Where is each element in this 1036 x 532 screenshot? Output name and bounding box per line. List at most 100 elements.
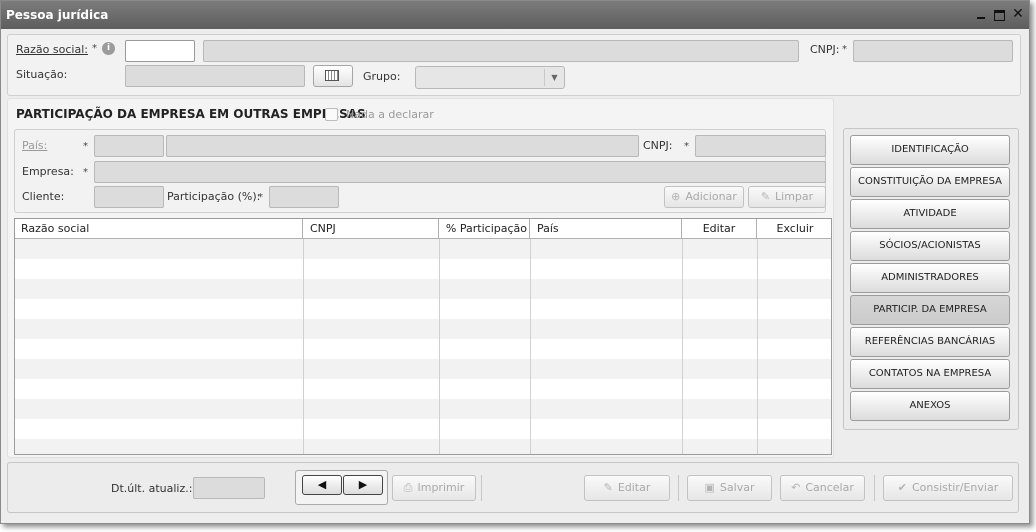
required-mark: * <box>258 192 263 203</box>
cliente-label: Cliente: <box>22 190 65 203</box>
razao-social-label[interactable]: Razão social: <box>16 43 88 56</box>
salvar-button[interactable]: ▣ Salvar <box>687 475 772 501</box>
limpar-label: Limpar <box>775 190 814 203</box>
cnpj-input[interactable] <box>853 40 1013 62</box>
info-icon[interactable]: i <box>102 42 115 55</box>
column-header-excluir[interactable]: Excluir <box>757 219 831 238</box>
empresa-input[interactable] <box>94 161 826 183</box>
column-divider <box>303 239 304 454</box>
pais-name-input[interactable] <box>166 135 639 157</box>
participation-section: PARTICIPAÇÃO DA EMPRESA EM OUTRAS EMPRES… <box>7 98 834 458</box>
minimize-icon[interactable] <box>973 6 989 22</box>
cnpj-label: CNPJ: <box>643 139 673 152</box>
participation-form-panel: País: * CNPJ: * Empresa: * Cliente: Part… <box>14 129 826 213</box>
check-icon: ✔ <box>897 481 907 494</box>
consistir-enviar-button[interactable]: ✔ Consistir/Enviar <box>883 475 1013 501</box>
table-row[interactable] <box>15 279 831 299</box>
company-header-panel: Razão social: * i CNPJ: * Situação: Grup… <box>7 34 1021 96</box>
table-row[interactable] <box>15 359 831 379</box>
cliente-input[interactable] <box>94 186 164 208</box>
nav-particip-da-empresa[interactable]: PARTICIP. DA EMPRESA <box>850 295 1010 325</box>
consistir-enviar-label: Consistir/Enviar <box>911 481 999 494</box>
required-mark: * <box>842 44 847 55</box>
grid-header: Razão social CNPJ % Participação País Ed… <box>15 219 831 239</box>
razao-social-code-input[interactable] <box>125 40 195 62</box>
divider <box>481 475 482 501</box>
chevron-down-icon: ▼ <box>544 69 564 86</box>
divider <box>874 475 875 501</box>
column-header-participacao[interactable]: % Participação <box>439 219 530 238</box>
dt-ult-atualiz-input <box>193 477 265 499</box>
maximize-icon[interactable] <box>991 6 1007 22</box>
table-row[interactable] <box>15 239 831 259</box>
table-row[interactable] <box>15 419 831 439</box>
column-header-razao-social[interactable]: Razão social <box>15 219 303 238</box>
nav-identificacao[interactable]: IDENTIFICAÇÃO <box>850 135 1010 165</box>
dt-ult-atualiz-label: Dt.últ. atualiz.: <box>111 482 193 495</box>
nada-a-declarar-checkbox[interactable] <box>325 108 338 121</box>
record-pager: ◀ ▶ <box>295 470 388 505</box>
imprimir-button[interactable]: ⎙ Imprimir <box>392 475 476 501</box>
limpar-button[interactable]: ✎ Limpar <box>748 186 826 208</box>
nav-atividade[interactable]: ATIVIDADE <box>850 199 1010 229</box>
undo-icon: ↶ <box>791 481 801 494</box>
table-row[interactable] <box>15 399 831 419</box>
section-title: PARTICIPAÇÃO DA EMPRESA EM OUTRAS EMPRES… <box>16 107 366 121</box>
table-row[interactable] <box>15 439 831 454</box>
editar-label: Editar <box>617 481 651 494</box>
pais-label[interactable]: País: <box>22 139 47 152</box>
participation-cnpj-input[interactable] <box>695 135 826 157</box>
plus-icon: ⊕ <box>671 190 681 203</box>
table-row[interactable] <box>15 259 831 279</box>
grupo-label: Grupo: <box>363 70 401 83</box>
razao-social-name-input[interactable] <box>203 40 799 62</box>
next-record-button[interactable]: ▶ <box>343 475 383 495</box>
situacao-label: Situação: <box>16 68 68 81</box>
required-mark: * <box>92 43 97 54</box>
nav-referencias-bancarias[interactable]: REFERÊNCIAS BANCÁRIAS <box>850 327 1010 357</box>
table-row[interactable] <box>15 319 831 339</box>
nav-socios-acionistas[interactable]: SÓCIOS/ACIONISTAS <box>850 231 1010 261</box>
imprimir-label: Imprimir <box>417 481 465 494</box>
previous-record-button[interactable]: ◀ <box>302 475 342 495</box>
table-row[interactable] <box>15 299 831 319</box>
column-divider <box>682 239 683 454</box>
printer-icon: ⎙ <box>403 481 413 494</box>
salvar-label: Salvar <box>719 481 755 494</box>
grupo-select[interactable]: ▼ <box>415 66 565 89</box>
calendar-icon <box>325 70 339 81</box>
participacao-input[interactable] <box>269 186 339 208</box>
pencil-icon: ✎ <box>603 481 613 494</box>
cancelar-button[interactable]: ↶ Cancelar <box>780 475 865 501</box>
nav-anexos[interactable]: ANEXOS <box>850 391 1010 421</box>
cancelar-label: Cancelar <box>805 481 854 494</box>
nav-contatos-na-empresa[interactable]: CONTATOS NA EMPRESA <box>850 359 1010 389</box>
empresa-label: Empresa: <box>22 165 74 178</box>
required-mark: * <box>684 141 689 152</box>
eraser-icon: ✎ <box>760 190 771 203</box>
adicionar-button[interactable]: ⊕ Adicionar <box>664 186 744 208</box>
section-nav: IDENTIFICAÇÃO CONSTITUIÇÃO DA EMPRESA AT… <box>843 128 1019 430</box>
column-divider <box>530 239 531 454</box>
nav-constituicao-da-empresa[interactable]: CONSTITUIÇÃO DA EMPRESA <box>850 167 1010 197</box>
close-icon[interactable]: ✕ <box>1010 6 1026 22</box>
column-header-pais[interactable]: País <box>530 219 682 238</box>
nav-administradores[interactable]: ADMINISTRADORES <box>850 263 1010 293</box>
table-row[interactable] <box>15 379 831 399</box>
divider <box>678 475 679 501</box>
participation-grid: Razão social CNPJ % Participação País Ed… <box>14 218 832 455</box>
situacao-input[interactable] <box>125 65 305 87</box>
calendar-button[interactable] <box>313 65 353 87</box>
table-row[interactable] <box>15 339 831 359</box>
column-header-editar[interactable]: Editar <box>682 219 757 238</box>
title-bar: Pessoa jurídica ✕ <box>1 1 1029 29</box>
column-divider <box>757 239 758 454</box>
editar-button[interactable]: ✎ Editar <box>584 475 670 501</box>
pessoa-juridica-window: Pessoa jurídica ✕ Razão social: * i CNPJ… <box>0 0 1030 524</box>
window-title: Pessoa jurídica <box>6 8 109 22</box>
cnpj-label: CNPJ: <box>810 43 840 56</box>
column-divider <box>439 239 440 454</box>
column-header-cnpj[interactable]: CNPJ <box>303 219 439 238</box>
adicionar-label: Adicionar <box>685 190 737 203</box>
pais-code-input[interactable] <box>94 135 164 157</box>
